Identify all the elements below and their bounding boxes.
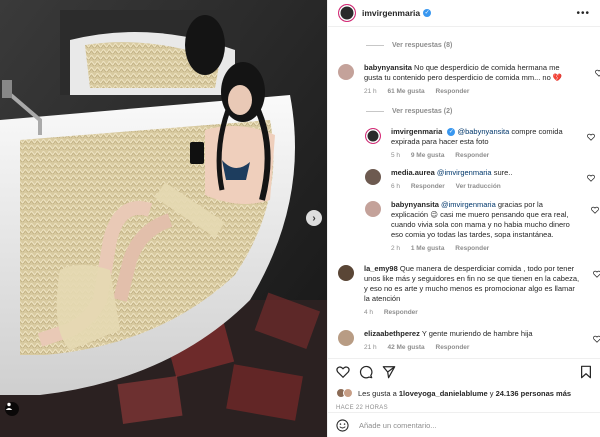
reply-button[interactable]: Responder	[455, 152, 489, 159]
view-replies-label: Ver respuestas (2)	[392, 108, 453, 115]
comment-item: elizaabethperez Y gente muriendo de hamb…	[338, 329, 600, 353]
smiley-icon[interactable]	[336, 418, 349, 432]
comment-meta: 2 h 1 Me gusta Responder	[391, 244, 573, 254]
heart-icon[interactable]	[336, 365, 350, 379]
comment-text: sure..	[493, 168, 513, 177]
like-comment-heart-icon[interactable]	[593, 270, 600, 278]
comment-username[interactable]: imvirgenmaria	[391, 127, 442, 136]
action-icons-row	[336, 365, 593, 379]
post-side-panel: imvirgenmaria ✓ ••• Ver respuestas (8) b…	[327, 0, 600, 437]
comment-item: babynyansita No que desperdicio de comid…	[338, 63, 600, 97]
post-image[interactable]: ›	[0, 0, 327, 437]
comment-input[interactable]	[359, 420, 559, 430]
comment-likes[interactable]: 61 Me gusta	[387, 88, 424, 95]
view-replies-button[interactable]: Ver respuestas (2)	[366, 108, 452, 115]
comment-likes[interactable]: 42 Me gusta	[387, 344, 424, 351]
comment-time: 21 h	[364, 88, 377, 95]
comment-text-line: la_emy98 Que manera de desperdiciar comi…	[364, 264, 582, 304]
reply-button[interactable]: Responder	[436, 88, 470, 95]
like-comment-heart-icon[interactable]	[593, 335, 600, 343]
reply-button[interactable]: Responder	[436, 344, 470, 351]
comment-meta: 6 h Responder Ver traducción	[391, 182, 569, 192]
reply-button[interactable]: Responder	[411, 183, 445, 190]
like-comment-heart-icon[interactable]	[587, 133, 595, 141]
post-photo	[0, 0, 327, 437]
add-comment-bar	[328, 412, 600, 437]
post-header: imvirgenmaria ✓ •••	[328, 0, 600, 27]
user-icon	[5, 402, 13, 410]
share-icon[interactable]	[382, 365, 396, 379]
likes-summary: Les gusta a 1loveyoga_danielablume y 24.…	[336, 388, 593, 398]
comment-mention[interactable]: @babynyansita	[457, 127, 509, 136]
comment-time: 2 h	[391, 245, 401, 252]
verified-badge-icon: ✓	[447, 128, 456, 137]
commenter-avatar[interactable]	[365, 169, 381, 185]
comment-username[interactable]: media.aurea	[391, 168, 435, 177]
comment-icon[interactable]	[359, 365, 373, 379]
comment-text-line: media.aurea @imvirgenmaria sure..	[391, 168, 569, 178]
like-comment-heart-icon[interactable]	[595, 69, 600, 77]
comment-text-line: babynyansita No que desperdicio de comid…	[364, 63, 579, 83]
comment-meta: 5 h 9 Me gusta Responder	[391, 151, 569, 161]
more-options-icon[interactable]: •••	[576, 8, 590, 19]
author-username[interactable]: imvirgenmaria	[362, 8, 420, 18]
comment-username[interactable]: babynyansita	[364, 63, 412, 72]
reply-item: imvirgenmaria ✓ @babynyansita compre com…	[365, 127, 595, 161]
divider-line	[366, 45, 384, 46]
comment-time: 6 h	[391, 183, 401, 190]
comment-username[interactable]: elizaabethperez	[364, 329, 420, 338]
view-replies-label: Ver respuestas (8)	[392, 42, 453, 49]
comment-time: 21 h	[364, 344, 377, 351]
comment-time: 4 h	[364, 309, 374, 316]
likes-connector: y	[487, 388, 496, 398]
comment-item: la_emy98 Que manera de desperdiciar comi…	[338, 264, 600, 318]
reply-button[interactable]: Responder	[384, 309, 418, 316]
reply-item: babynyansita @imvirgenmaria gracias por …	[365, 200, 599, 254]
next-image-button[interactable]: ›	[306, 210, 322, 226]
likes-user-link[interactable]: 1loveyoga_danielablume	[399, 389, 488, 398]
see-translation-link[interactable]: Ver traducción	[456, 183, 501, 190]
comment-likes[interactable]: 1 Me gusta	[411, 245, 445, 252]
comment-meta: 21 h 42 Me gusta Responder	[364, 343, 582, 353]
comment-text-line: elizaabethperez Y gente muriendo de hamb…	[364, 329, 582, 339]
post-actions: Les gusta a 1loveyoga_danielablume y 24.…	[328, 358, 600, 411]
comment-mention[interactable]: @imvirgenmaria	[437, 168, 492, 177]
commenter-avatar[interactable]	[365, 201, 381, 217]
like-comment-heart-icon[interactable]	[591, 206, 599, 214]
comments-list: Ver respuestas (8) babynyansita No que d…	[328, 28, 600, 358]
comment-mention[interactable]: @imvirgenmaria	[441, 200, 496, 209]
tagged-users-button[interactable]	[5, 402, 19, 416]
comment-text-line: babynyansita @imvirgenmaria gracias por …	[391, 200, 573, 240]
like-comment-heart-icon[interactable]	[587, 174, 595, 182]
comment-text: Y gente muriendo de hambre hija	[421, 329, 533, 338]
commenter-avatar[interactable]	[365, 128, 381, 144]
commenter-avatar[interactable]	[338, 64, 354, 80]
commenter-avatar[interactable]	[338, 330, 354, 346]
comment-text-line: imvirgenmaria ✓ @babynyansita compre com…	[391, 127, 569, 147]
comment-meta: 21 h 61 Me gusta Responder	[364, 87, 579, 97]
likes-count-link[interactable]: 24.136 personas más	[496, 389, 571, 398]
comment-meta: 4 h Responder	[364, 308, 582, 318]
likes-prefix: Les gusta a	[358, 388, 399, 398]
divider-line	[366, 111, 384, 112]
commenter-avatar[interactable]	[338, 265, 354, 281]
reply-button[interactable]: Responder	[455, 245, 489, 252]
comment-username[interactable]: babynyansita	[391, 200, 439, 209]
reply-item: media.aurea @imvirgenmaria sure.. 6 h Re…	[365, 168, 595, 192]
comment-likes[interactable]: 9 Me gusta	[411, 152, 445, 159]
view-replies-button[interactable]: Ver respuestas (8)	[366, 42, 452, 49]
post-time: HACE 22 HORAS	[336, 405, 388, 411]
verified-badge-icon: ✓	[423, 9, 432, 17]
liker-avatar[interactable]	[343, 388, 353, 398]
comment-username[interactable]: la_emy98	[364, 264, 398, 273]
likes-text: Les gusta a 1loveyoga_danielablume y 24.…	[358, 389, 571, 398]
broken-heart-emoji: 💔	[552, 73, 563, 82]
comment-time: 5 h	[391, 152, 401, 159]
bookmark-icon[interactable]	[579, 365, 593, 379]
author-avatar[interactable]	[338, 4, 356, 22]
